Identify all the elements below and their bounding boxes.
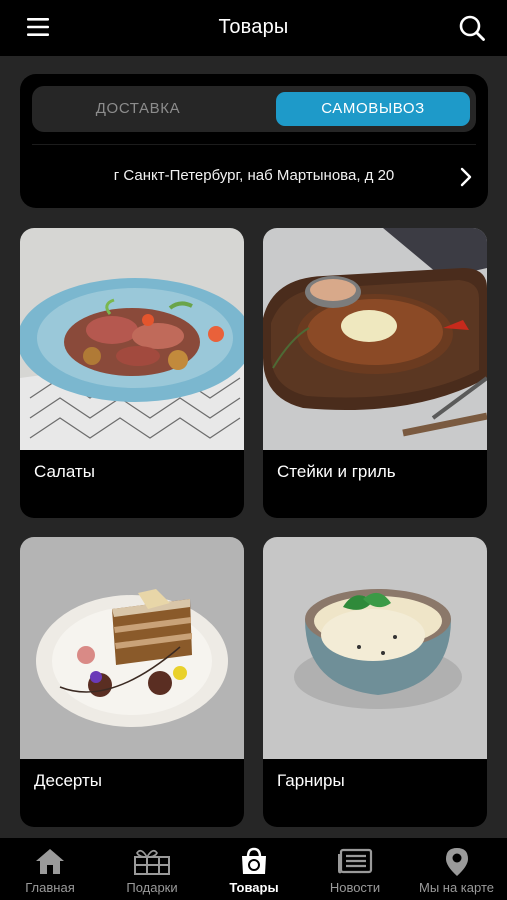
bottom-tab-bar: Главная Подарки Товары Новости Мы на кар… [0,838,507,900]
steak-photo [263,228,487,450]
address-selector[interactable]: г Санкт-Петербург, наб Мартынова, д 20 [32,154,476,200]
tab-label: Подарки [126,880,178,895]
shopping-bag-icon [242,847,266,874]
tab-label: Новости [329,880,381,895]
chevron-right-icon [460,167,472,187]
home-icon [36,849,64,874]
search-icon[interactable] [458,14,486,42]
category-card-salads[interactable]: Салаты [20,228,244,518]
map-pin-icon [445,848,468,876]
tab-label: Главная [25,880,75,895]
tab-label: Товары [229,880,279,895]
divider [32,144,476,145]
tab-gifts[interactable]: Подарки [104,838,200,900]
delivery-tab[interactable]: ДОСТАВКА [40,92,236,126]
category-label: Салаты [34,462,95,481]
tab-news[interactable]: Новости [308,838,402,900]
tab-home[interactable]: Главная [4,838,96,900]
category-label: Десерты [34,771,103,790]
address-text: г Санкт-Петербург, наб Мартынова, д 20 [113,167,395,184]
category-card-garnishes[interactable]: Гарниры [263,537,487,827]
category-label: Стейки и гриль [277,462,396,481]
delivery-card: ДОСТАВКА САМОВЫВОЗ г Санкт-Петербург, на… [20,74,488,208]
tab-label: Мы на карте [419,880,494,895]
dessert-photo [20,537,244,759]
salad-photo [20,228,244,450]
pickup-tab[interactable]: САМОВЫВОЗ [276,92,470,126]
category-card-steaks[interactable]: Стейки и гриль [263,228,487,518]
gift-icon [134,849,170,875]
app-header: Товары [0,0,507,56]
category-label: Гарниры [277,771,345,790]
category-card-desserts[interactable]: Десерты [20,537,244,827]
tab-map[interactable]: Мы на карте [408,838,505,900]
page-title: Товары [218,16,289,38]
garnish-photo [263,537,487,759]
news-icon [338,848,373,874]
delivery-mode-switch: ДОСТАВКА САМОВЫВОЗ [32,86,476,132]
tab-products[interactable]: Товары [208,838,300,900]
